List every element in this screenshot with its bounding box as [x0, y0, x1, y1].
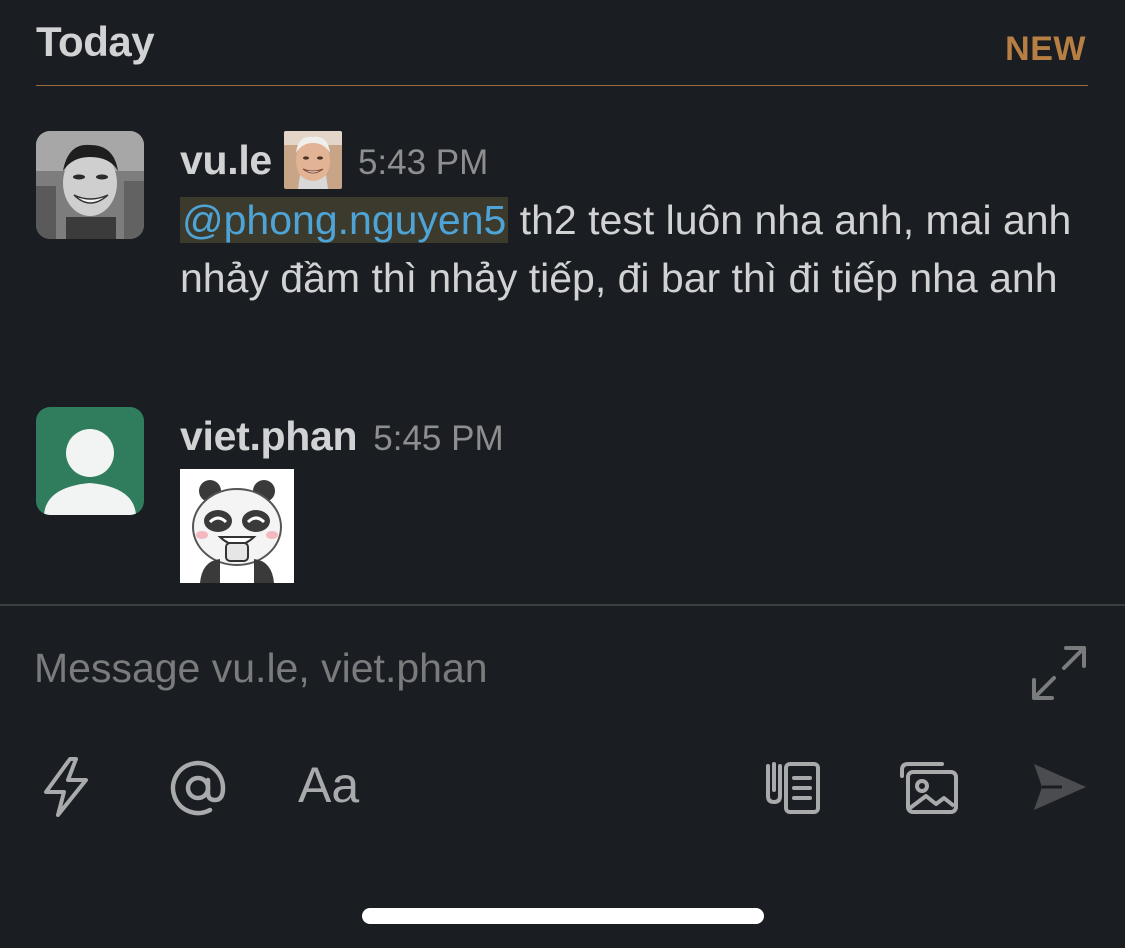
home-indicator[interactable]	[362, 908, 764, 924]
message-timestamp[interactable]: 5:43 PM	[358, 143, 488, 183]
new-messages-marker: NEW	[1005, 30, 1086, 68]
text-format-icon[interactable]: Aa	[298, 756, 359, 814]
message-body: viet.phan 5:45 PM	[180, 407, 1089, 583]
attachment-icon[interactable]	[764, 758, 824, 818]
image-icon[interactable]	[896, 758, 960, 816]
expand-icon[interactable]	[1030, 644, 1088, 702]
message-body: vu.le 5:43 PM @phong.nguyen5 th2 test lu…	[180, 131, 1089, 307]
message-timestamp[interactable]: 5:45 PM	[373, 419, 503, 459]
sender-name[interactable]: viet.phan	[180, 413, 358, 460]
sender-name[interactable]: vu.le	[180, 137, 272, 184]
conversation-screen: Today NEW vu.le 5:43 PM @phong.nguyen5 t…	[0, 0, 1125, 948]
lightning-icon[interactable]	[40, 756, 92, 818]
default-avatar[interactable]	[36, 407, 144, 515]
day-divider: Today NEW	[36, 14, 1088, 86]
send-icon[interactable]	[1030, 760, 1088, 814]
user-mention[interactable]: @phong.nguyen5	[180, 197, 509, 243]
composer-divider	[0, 604, 1125, 606]
day-title: Today	[36, 18, 155, 65]
message-input[interactable]	[34, 636, 994, 700]
avatar[interactable]	[36, 131, 144, 239]
at-icon[interactable]	[168, 758, 228, 818]
status-emoji-icon[interactable]	[283, 131, 342, 189]
panda-sticker[interactable]	[180, 469, 294, 583]
message-text: @phong.nguyen5 th2 test luôn nha anh, ma…	[180, 191, 1089, 307]
message-header: vu.le 5:43 PM	[180, 131, 1089, 189]
message-header: viet.phan 5:45 PM	[180, 407, 1089, 465]
